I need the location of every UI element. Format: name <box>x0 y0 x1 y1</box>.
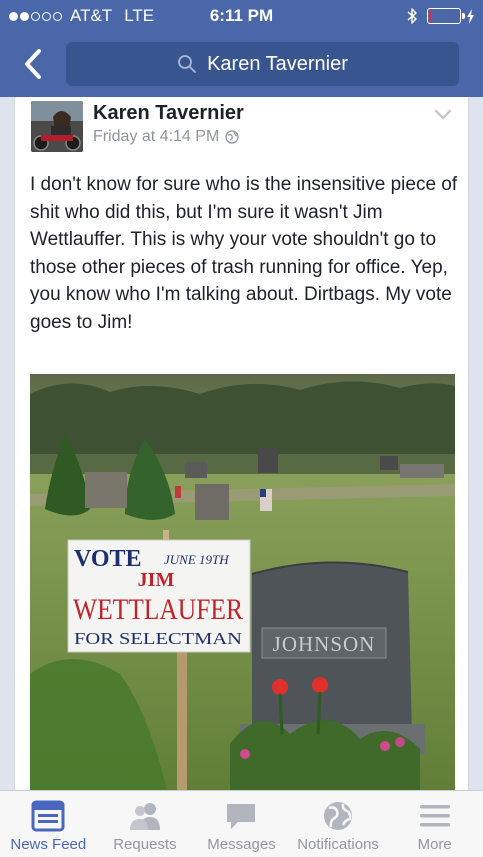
sign-vote: VOTE <box>74 546 142 572</box>
globe-icon <box>225 130 239 144</box>
sign-office: FOR SELECTMAN <box>74 629 242 648</box>
tab-label: More <box>417 836 452 853</box>
tab-label: News Feed <box>10 836 87 853</box>
sign-date: JUNE 19TH <box>164 552 229 567</box>
navigation-bar: AT&T LTE 6:11 PM Karen Tavernier <box>0 0 483 97</box>
post-card: Karen Tavernier Friday at 4:14 PM I don'… <box>14 97 469 803</box>
post-author[interactable]: Karen Tavernier <box>93 102 244 125</box>
search-text: Karen Tavernier <box>207 52 348 75</box>
post-photo[interactable]: JOHNSON VOTE JUNE 19TH JIM WETTLAUFER FO… <box>30 374 455 803</box>
charging-icon <box>467 8 474 24</box>
tab-news-feed[interactable]: News Feed <box>0 791 97 857</box>
news-feed-icon <box>31 800 65 832</box>
post-meta: Friday at 4:14 PM <box>93 128 239 146</box>
menu-icon <box>419 805 450 827</box>
bluetooth-icon <box>407 8 417 24</box>
tab-label: Requests <box>113 836 177 853</box>
tab-more[interactable]: More <box>386 791 483 857</box>
search-icon <box>178 55 196 73</box>
globe-icon <box>324 802 353 830</box>
search-field[interactable]: Karen Tavernier <box>66 42 459 86</box>
avatar[interactable] <box>31 101 83 152</box>
friends-icon <box>129 803 160 830</box>
tab-requests[interactable]: Requests <box>97 791 194 857</box>
sign-first-name: JIM <box>138 569 175 591</box>
battery-icon <box>427 8 465 24</box>
messages-icon <box>227 804 256 829</box>
sign-last-name: WETTLAUFER <box>73 593 243 626</box>
post-text: I don't know for sure who is the insensi… <box>30 174 458 333</box>
back-button[interactable] <box>18 45 48 83</box>
post-timestamp[interactable]: Friday at 4:14 PM <box>93 128 219 146</box>
tab-messages[interactable]: Messages <box>193 791 290 857</box>
status-bar: AT&T LTE 6:11 PM <box>0 0 483 32</box>
chevron-left-icon <box>25 49 41 79</box>
tab-bar: News Feed Requests Messages Notification… <box>0 790 483 857</box>
tab-label: Notifications <box>297 836 379 853</box>
chevron-down-icon[interactable] <box>434 109 452 121</box>
headstone-name: JOHNSON <box>273 632 376 656</box>
tab-label: Messages <box>207 836 276 853</box>
tab-notifications[interactable]: Notifications <box>290 791 387 857</box>
